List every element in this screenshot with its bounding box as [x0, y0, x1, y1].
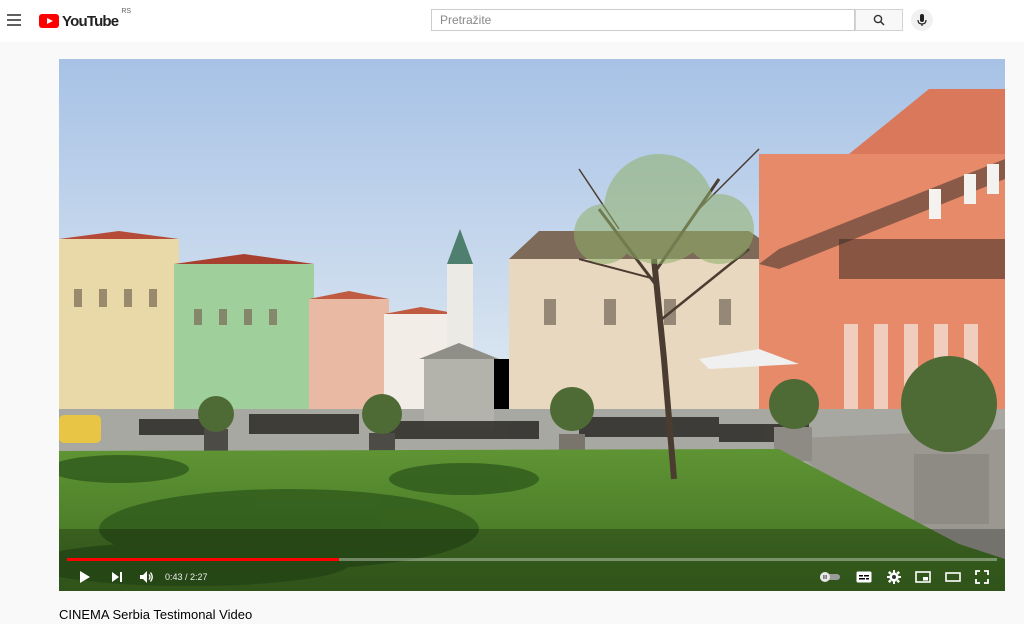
autoplay-toggle[interactable] [819, 568, 841, 586]
next-button[interactable] [109, 568, 125, 586]
fullscreen-button[interactable] [973, 568, 991, 586]
voice-search-button[interactable] [911, 9, 933, 31]
play-button[interactable] [77, 568, 93, 586]
volume-icon [140, 571, 153, 583]
fullscreen-icon [975, 570, 989, 584]
autoplay-toggle-icon [820, 572, 840, 582]
progress-bar-played [67, 558, 339, 561]
youtube-logo-icon [39, 14, 59, 28]
region-code: RS [121, 8, 132, 15]
settings-button[interactable] [885, 568, 903, 586]
theater-mode-button[interactable] [943, 568, 963, 586]
microphone-icon [917, 14, 927, 26]
volume-button[interactable] [137, 568, 157, 586]
next-icon [112, 572, 122, 582]
progress-bar[interactable] [67, 558, 997, 561]
logo-text: YouTube [62, 12, 119, 30]
miniplayer-icon [915, 571, 931, 583]
video-title: CINEMA Serbia Testimonal Video [59, 607, 253, 622]
masthead: YouTube RS [0, 0, 1024, 42]
video-frame [59, 59, 1005, 591]
theater-mode-icon [945, 572, 961, 582]
miniplayer-button[interactable] [913, 568, 933, 586]
search-icon [873, 14, 885, 26]
time-display: 0:43 / 2:27 [165, 572, 208, 582]
play-icon [80, 571, 90, 583]
subtitles-button[interactable] [855, 568, 873, 586]
search-button[interactable] [855, 9, 903, 31]
settings-icon [887, 570, 901, 584]
video-player[interactable]: 0:43 / 2:27 [59, 59, 1005, 591]
youtube-logo[interactable]: YouTube RS [39, 8, 132, 31]
player-controls: 0:43 / 2:27 [59, 564, 1005, 591]
subtitles-icon [856, 571, 872, 583]
menu-icon[interactable] [3, 9, 25, 31]
search-input[interactable] [431, 9, 855, 31]
